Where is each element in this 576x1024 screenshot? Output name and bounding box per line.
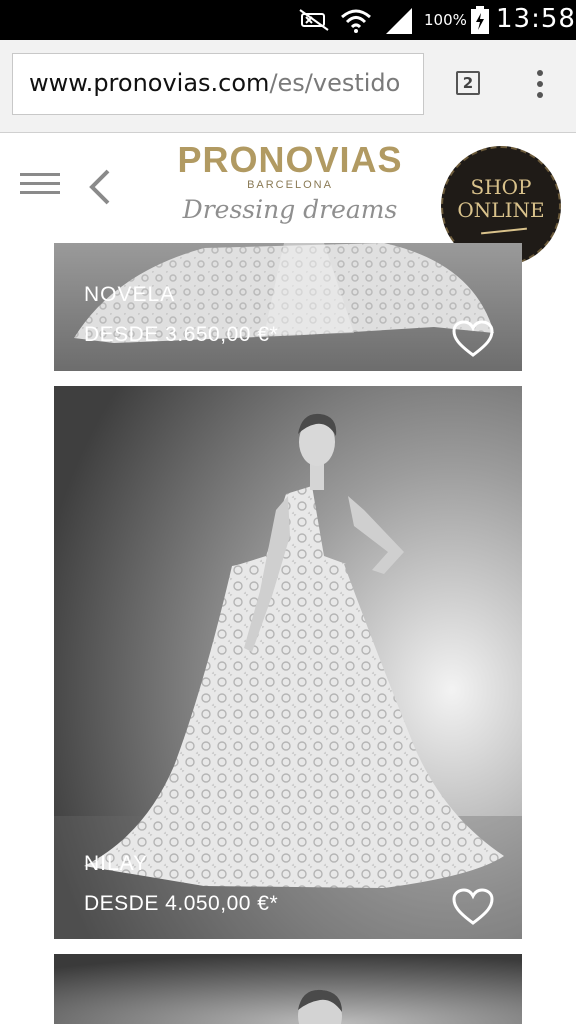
hamburger-menu-icon[interactable] xyxy=(20,173,60,197)
brand-tagline: Dressing dreams xyxy=(182,195,398,224)
brand-logo[interactable]: PRONOVIAS xyxy=(150,139,430,181)
shop-online-line2: ONLINE xyxy=(457,198,545,222)
favorite-heart-icon[interactable] xyxy=(452,320,494,358)
product-price: DESDE 3.650,00 €* xyxy=(84,323,279,346)
badge-flourish xyxy=(481,227,527,235)
site-header: PRONOVIAS BARCELONA Dressing dreams SHOP… xyxy=(0,133,576,266)
product-photo xyxy=(54,954,522,1024)
mute-icon xyxy=(298,8,334,36)
battery-percent: 100% xyxy=(424,11,467,29)
tabs-icon[interactable]: 2 xyxy=(456,71,480,95)
url-text: www.pronovias.com/es/vestido xyxy=(29,69,400,97)
address-bar[interactable]: www.pronovias.com/es/vestido xyxy=(12,53,424,115)
clock: 13:58 xyxy=(496,4,576,34)
url-path: /es/vestido xyxy=(269,69,401,97)
back-arrow-icon[interactable] xyxy=(86,167,114,211)
favorite-heart-icon[interactable] xyxy=(452,888,494,926)
product-card[interactable]: NILAY DESDE 4.050,00 €* xyxy=(54,386,522,939)
product-name[interactable]: NOVELA xyxy=(84,283,175,307)
tab-count-label: 2 xyxy=(462,74,474,92)
brand-subtitle: BARCELONA xyxy=(247,179,333,191)
shop-online-line1: SHOP xyxy=(470,175,532,199)
overflow-menu-icon[interactable] xyxy=(530,70,550,100)
product-card[interactable]: NOVELA DESDE 3.650,00 €* xyxy=(54,243,522,371)
url-domain: www.pronovias.com xyxy=(29,69,270,97)
battery-icon xyxy=(470,6,490,38)
product-name[interactable]: NILAY xyxy=(84,852,148,876)
product-card[interactable] xyxy=(54,954,522,1024)
status-bar: 100% 13:58 xyxy=(0,0,576,40)
product-price: DESDE 4.050,00 €* xyxy=(84,892,279,915)
browser-toolbar: www.pronovias.com/es/vestido 2 xyxy=(0,40,576,133)
wifi-icon xyxy=(340,7,372,39)
signal-icon xyxy=(384,8,414,38)
